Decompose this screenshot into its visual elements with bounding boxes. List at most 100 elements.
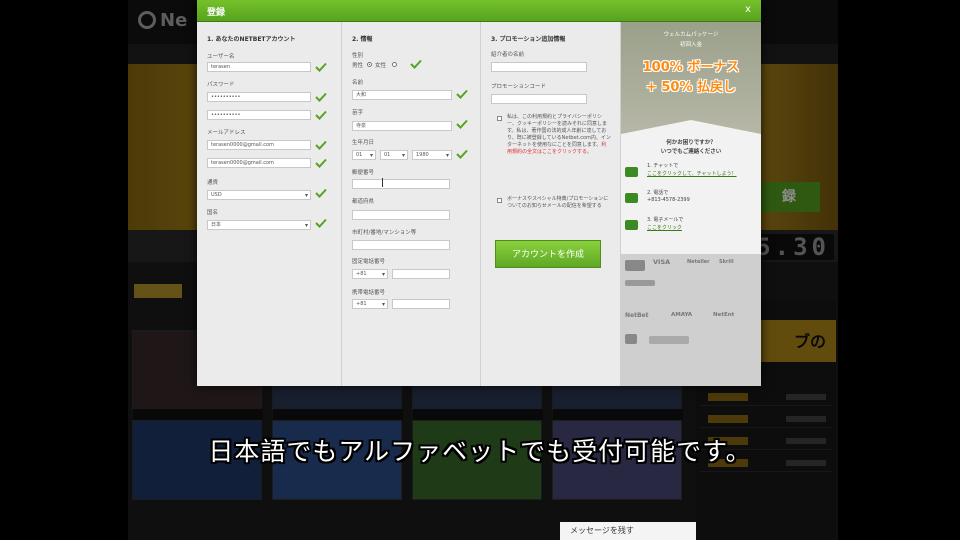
neteller-logo: Neteller: [687, 259, 710, 265]
terms-text: 私は、この利用規約とプライバシーポリシー、クッキーポリシーを読みそれに同意します…: [507, 114, 611, 155]
promo-panel: ウェルカムパッケージ 初回入金 100% ボーナス + 50% 払戻し 何かお困…: [621, 22, 761, 386]
create-account-button[interactable]: アカウントを作成: [495, 240, 601, 268]
modal-title: 登録: [207, 8, 226, 18]
gender-female-radio[interactable]: [392, 62, 397, 67]
certification-logo: [649, 336, 689, 344]
valid-check-icon: [315, 140, 327, 150]
phone-number: +813-4578-2399: [647, 197, 690, 203]
dob-year-select[interactable]: 1980: [412, 150, 452, 160]
info-section-title: 2. 情報: [352, 36, 373, 43]
newsletter-checkbox[interactable]: [497, 198, 502, 203]
password-input[interactable]: ••••••••••: [207, 92, 311, 102]
netent-logo: NetEnt: [713, 312, 735, 318]
prefecture-input[interactable]: [352, 210, 450, 220]
valid-check-icon: [315, 92, 327, 102]
phone-label: 固定電話番号: [352, 259, 386, 265]
phone-icon: [625, 193, 638, 203]
skrill-logo: Skrill: [719, 259, 734, 265]
postcode-label: 郵便番号: [352, 170, 375, 176]
mobile-code-select[interactable]: +81: [352, 299, 388, 309]
help-box-arrow: [621, 120, 761, 134]
postcode-input[interactable]: [352, 179, 450, 189]
firstname-input[interactable]: 大和: [352, 90, 452, 100]
referrer-label: 紹介者の名前: [491, 52, 525, 58]
valid-check-icon: [315, 62, 327, 72]
mobile-input[interactable]: [392, 299, 450, 309]
account-section-title: 1. あなたのNETBETアカウント: [207, 36, 296, 43]
valid-check-icon: [315, 218, 327, 228]
first-deposit-text: 初回入金: [679, 42, 702, 48]
email-input[interactable]: terasen0000@gmail.com: [207, 140, 311, 150]
mail-link[interactable]: ここをクリック: [647, 224, 682, 231]
username-input[interactable]: terasen: [207, 62, 311, 72]
valid-check-icon: [456, 89, 468, 99]
address-input[interactable]: [352, 240, 450, 250]
valid-check-icon: [315, 158, 327, 168]
promo-code-label: プロモーションコード: [491, 84, 546, 90]
terms-checkbox[interactable]: [497, 116, 502, 121]
phone-code-select[interactable]: +81: [352, 269, 388, 279]
chat-link[interactable]: ここをクリックして、チャットしよう！: [647, 170, 737, 177]
mobile-label: 携帯電話番号: [352, 290, 386, 296]
dob-day-select[interactable]: 01: [352, 150, 376, 160]
welcome-package-text: ウェルカムパッケージ: [663, 32, 719, 38]
modal-header: 登録 x: [197, 0, 761, 22]
payment-logo: [625, 280, 655, 286]
welcome-bonus-banner: ウェルカムパッケージ 初回入金 100% ボーナス + 50% 払戻し: [621, 22, 761, 134]
promotion-column: 3. プロモーション追加情報 紹介者の名前 プロモーションコード 私は、この利用…: [481, 22, 621, 386]
help-box: 何かお困りですか？ いつでもご連絡ください 1. チャットで ここをクリックして…: [621, 120, 761, 254]
leave-message-bar[interactable]: メッセージを残す: [560, 522, 696, 540]
currency-label: 通貨: [207, 180, 219, 186]
password-label: パスワード: [207, 82, 235, 88]
gender-male-radio[interactable]: [367, 62, 372, 67]
country-select[interactable]: 日本: [207, 220, 311, 230]
bonus-100-text: 100% ボーナス: [642, 60, 740, 75]
dob-label: 生年月日: [352, 140, 375, 146]
bonus-50-text: + 50% 払戻し: [645, 80, 737, 95]
mail-icon: [625, 220, 638, 230]
valid-check-icon: [456, 119, 468, 129]
mastercard-logo: [625, 260, 645, 271]
text-cursor: [382, 178, 383, 187]
gender-female-label: 女性: [375, 63, 387, 69]
help-subtitle: いつでもご連絡ください: [660, 149, 722, 155]
firstname-label: 名前: [352, 80, 364, 86]
phone-contact-label: 2. 電話で: [647, 190, 669, 196]
chat-icon: [625, 167, 638, 177]
personal-info-column: 2. 情報 性別 男性 女性 名前 大和 苗字 寺泉 生年月日 01 01 19…: [342, 22, 481, 386]
visa-logo: VISA: [653, 258, 671, 266]
amaya-logo: AMAYA: [671, 312, 693, 318]
netbet-logo: NetBet: [625, 312, 649, 319]
newsletter-text: ボーナスやスペシャル特典/プロモーションについてのお知らせメールの配信を希望する: [507, 196, 609, 209]
currency-select[interactable]: USD: [207, 190, 311, 200]
email-confirm-input[interactable]: terasen0000@gmail.com: [207, 158, 311, 168]
chat-label: 1. チャットで: [647, 163, 679, 169]
lastname-label: 苗字: [352, 110, 364, 116]
valid-check-icon: [315, 188, 327, 198]
referrer-input[interactable]: [491, 62, 587, 72]
account-column: 1. あなたのNETBETアカウント ユーザー名 terasen パスワード •…: [197, 22, 342, 386]
phone-input[interactable]: [392, 269, 450, 279]
promo-section-title: 3. プロモーション追加情報: [491, 36, 566, 43]
screen: Ne 録 5.30 ブの メッセージを残す 登録 x 1. あなたのNETBET…: [0, 0, 960, 540]
promo-code-input[interactable]: [491, 94, 587, 104]
gender-label: 性別: [352, 53, 364, 59]
country-label: 国名: [207, 210, 219, 216]
mail-label: 3. 電子メールで: [647, 217, 684, 223]
help-title: 何かお困りですか？: [666, 140, 716, 146]
license-logo: [625, 334, 637, 344]
lastname-input[interactable]: 寺泉: [352, 121, 452, 131]
registration-modal: 登録 x 1. あなたのNETBETアカウント ユーザー名 terasen パス…: [197, 0, 761, 386]
video-caption: 日本語でもアルファベットでも受付可能です。: [208, 437, 752, 466]
email-label: メールアドレス: [207, 130, 246, 136]
dob-month-select[interactable]: 01: [380, 150, 408, 160]
password-confirm-input[interactable]: ••••••••••: [207, 110, 311, 120]
prefecture-label: 都道府県: [352, 199, 375, 205]
valid-check-icon: [456, 149, 468, 159]
address-label: 市町村/番地/マンション等: [352, 230, 417, 236]
username-label: ユーザー名: [207, 54, 235, 60]
valid-check-icon: [315, 110, 327, 120]
valid-check-icon: [410, 59, 422, 69]
close-icon[interactable]: x: [743, 4, 753, 16]
gender-male-label: 男性: [352, 63, 364, 69]
